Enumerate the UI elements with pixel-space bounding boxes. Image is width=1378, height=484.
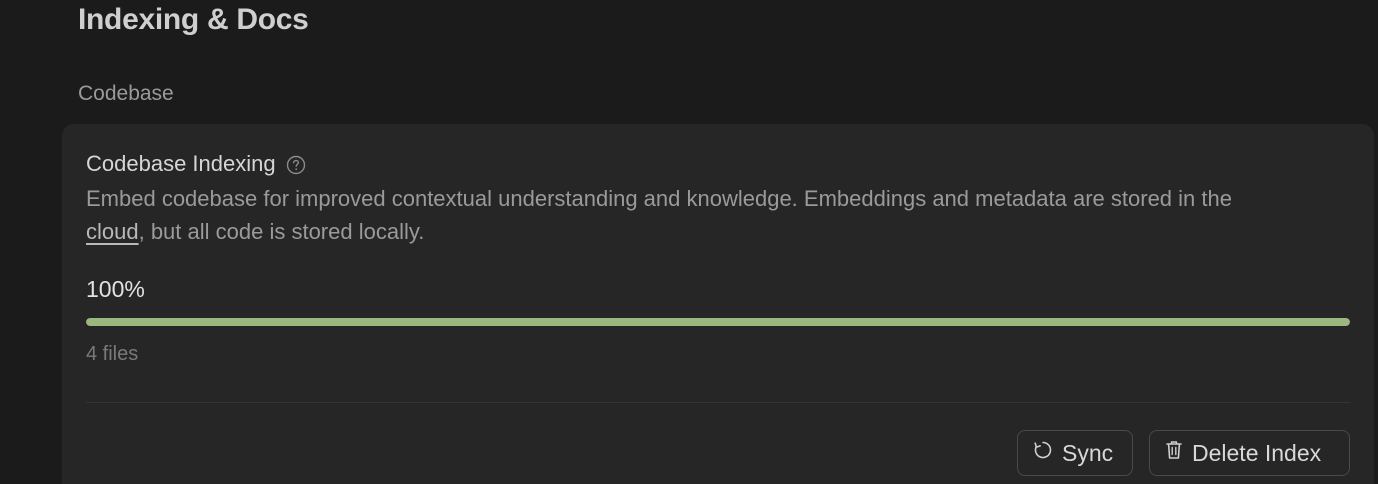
delete-index-button[interactable]: Delete Index	[1149, 430, 1350, 476]
progress-bar	[86, 318, 1350, 326]
section-label-codebase: Codebase	[78, 82, 174, 105]
card-title: Codebase Indexing	[86, 151, 276, 176]
codebase-indexing-card: Codebase Indexing Embed codebase for imp…	[62, 124, 1374, 484]
delete-index-button-label: Delete Index	[1192, 439, 1322, 466]
description-text-after: , but all code is stored locally.	[138, 219, 425, 244]
progress-bar-fill	[86, 318, 1350, 326]
cloud-link[interactable]: cloud	[86, 219, 139, 244]
question-circle-icon[interactable]	[286, 155, 306, 175]
trash-icon	[1164, 439, 1184, 467]
sync-button-label: Sync	[1062, 439, 1114, 466]
description-text-before: Embed codebase for improved contextual u…	[86, 186, 1232, 211]
page-title: Indexing & Docs	[78, 3, 309, 36]
settings-page: Indexing & Docs Codebase Codebase Indexi…	[0, 0, 1378, 484]
progress-percent: 100%	[86, 276, 145, 302]
card-description: Embed codebase for improved contextual u…	[86, 182, 1286, 248]
files-count: 4 files	[86, 343, 139, 365]
sync-button[interactable]: Sync	[1017, 430, 1133, 476]
refresh-icon	[1032, 439, 1054, 467]
card-title-row: Codebase Indexing	[86, 150, 306, 178]
divider	[86, 402, 1350, 403]
